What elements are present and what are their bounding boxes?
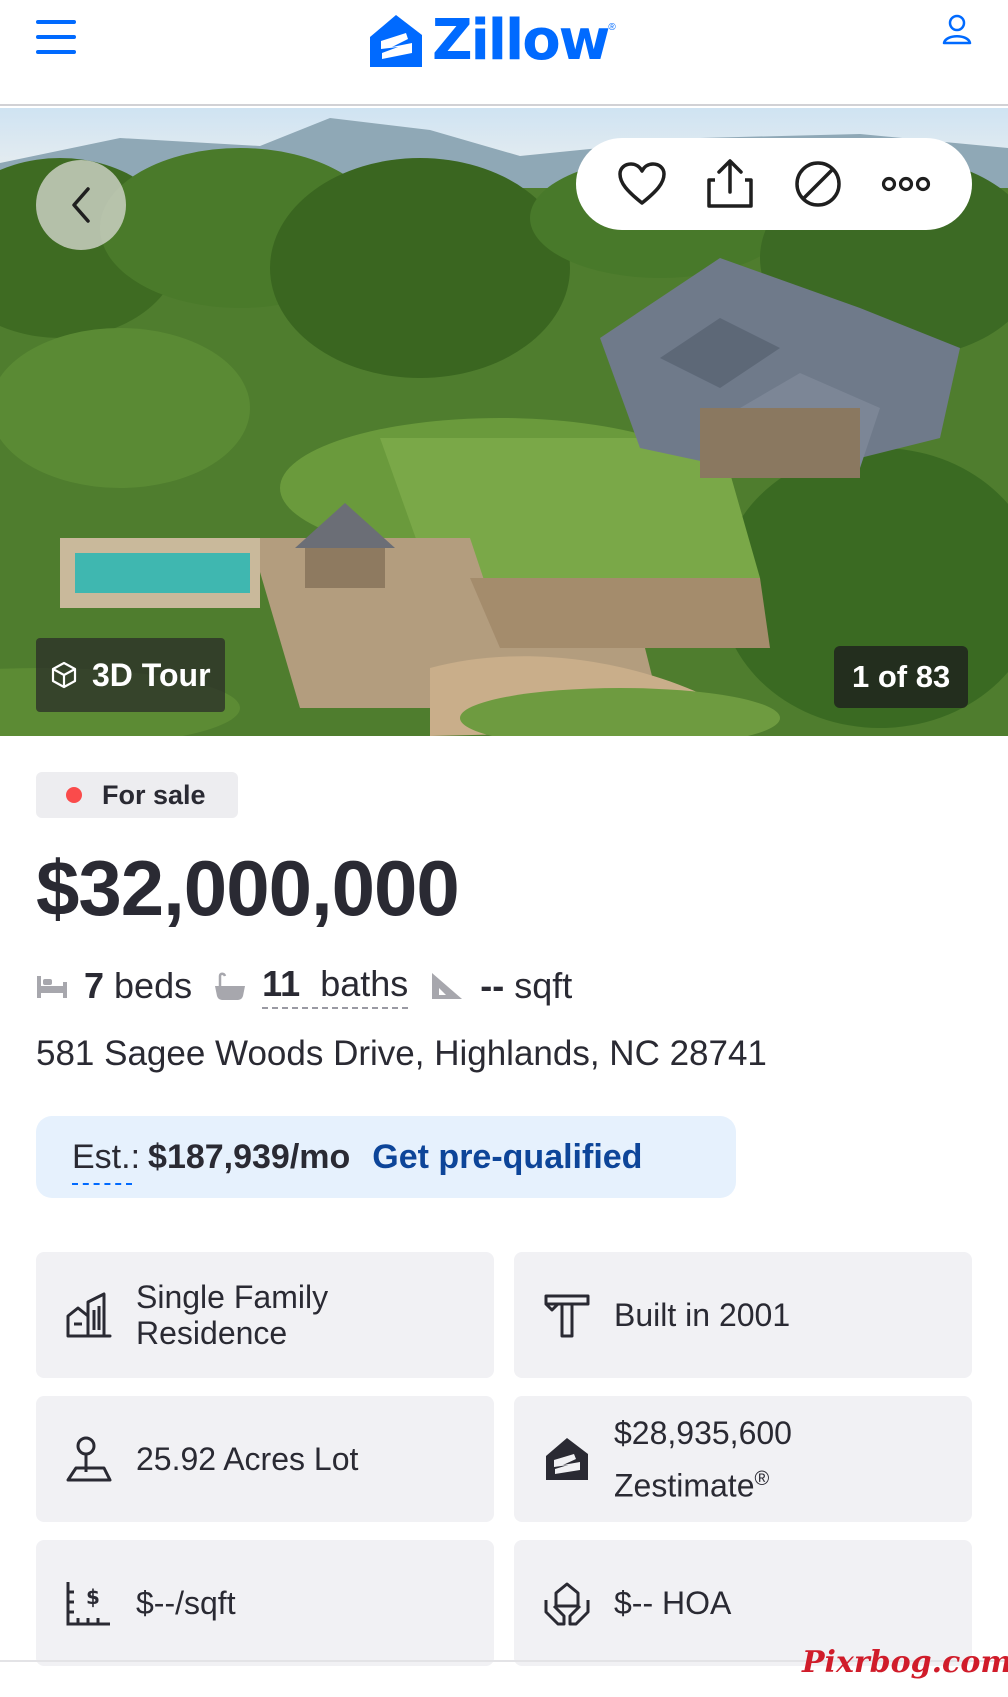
sqft-label: sqft <box>514 965 573 1006</box>
zestimate-value: $28,935,600 <box>614 1414 792 1451</box>
more-options-button[interactable] <box>878 156 934 212</box>
sqft-fact: -- sqft <box>430 965 572 1007</box>
save-home-button[interactable] <box>614 156 670 212</box>
beds-value: 7 <box>84 965 105 1006</box>
listing-address: 581 Sagee Woods Drive, Highlands, NC 287… <box>36 1034 767 1073</box>
share-icon <box>707 159 753 208</box>
watermark: Pixrbog.com <box>802 1645 1008 1680</box>
back-button[interactable] <box>36 160 126 250</box>
baths-value: 11 <box>262 963 301 1004</box>
hide-home-button[interactable] <box>790 156 846 212</box>
beds-label: beds <box>114 965 193 1006</box>
3d-tour-button[interactable]: 3D Tour <box>36 638 225 712</box>
status-badge: For sale <box>36 772 238 818</box>
ruler-triangle-icon <box>432 973 463 999</box>
bathtub-icon <box>215 972 246 1000</box>
3d-tour-label: 3D Tour <box>92 656 211 693</box>
estimate-value: $187,939/mo <box>148 1137 351 1176</box>
logo-registered-mark: ® <box>608 22 616 33</box>
baths-fact[interactable]: 11 baths <box>214 963 409 1009</box>
year-built-text: Built in 2001 <box>614 1297 791 1333</box>
hide-icon <box>795 161 841 207</box>
bed-icon <box>37 976 67 998</box>
zestimate-card[interactable]: $28,935,600 Zestimate® <box>514 1396 972 1522</box>
sqft-value: -- <box>480 965 505 1006</box>
zillow-logo[interactable]: Zillow ® <box>368 10 616 72</box>
hoa-text: $-- HOA <box>614 1585 732 1621</box>
price-sqft-icon: $ <box>66 1582 110 1626</box>
hammer-icon <box>544 1294 590 1338</box>
estimated-payment-bar: Est.: $187,939/mo Get pre-qualified <box>36 1116 736 1198</box>
cube-icon <box>51 661 77 689</box>
home-type-card: Single Family Residence <box>36 1252 494 1378</box>
beds-baths-sqft: 7 beds 11 baths -- sqft <box>36 958 594 1014</box>
zestimate-registered-mark: ® <box>754 1467 770 1490</box>
more-icon <box>881 176 931 192</box>
listing-price: $32,000,000 <box>36 844 460 932</box>
zillow-z-icon <box>546 1438 588 1480</box>
heart-icon <box>618 162 666 205</box>
tree-lot-icon <box>66 1436 112 1482</box>
hamburger-icon[interactable] <box>36 20 78 54</box>
building-icon <box>66 1292 112 1338</box>
user-icon[interactable] <box>940 12 974 46</box>
logo-text: Zillow <box>432 8 610 73</box>
hoa-hands-icon <box>544 1582 590 1626</box>
price-per-sqft-card: $ $--/sqft <box>36 1540 494 1666</box>
baths-text: 11 baths <box>262 963 409 1009</box>
zestimate-text: $28,935,600 Zestimate® <box>614 1415 792 1504</box>
zestimate-label-line: Zestimate® <box>614 1461 792 1504</box>
status-dot <box>66 787 82 803</box>
top-header: Zillow ® <box>0 0 1008 106</box>
photo-count-badge: 1 of 83 <box>834 646 969 708</box>
status-label: For sale <box>102 779 206 810</box>
baths-label: baths <box>320 963 409 1004</box>
listing-photo[interactable]: 3D Tour 1 of 83 <box>0 108 1008 736</box>
lot-size-text: 25.92 Acres Lot <box>136 1441 359 1477</box>
estimate-label[interactable]: Est.: <box>72 1138 140 1185</box>
year-built-card: Built in 2001 <box>514 1252 972 1378</box>
photo-actions-bar <box>576 138 972 230</box>
zillow-logo-mark-icon <box>370 15 422 67</box>
home-type-text: Single Family Residence <box>136 1279 329 1351</box>
chevron-left-icon <box>72 187 90 223</box>
get-pre-qualified-link[interactable]: Get pre-qualified <box>372 1138 642 1177</box>
zestimate-label: Zestimate <box>614 1467 755 1504</box>
price-per-sqft-text: $--/sqft <box>136 1585 236 1621</box>
lot-size-card: 25.92 Acres Lot <box>36 1396 494 1522</box>
svg-text:$: $ <box>86 1585 100 1609</box>
beds-fact: 7 beds <box>36 965 192 1007</box>
share-button[interactable] <box>702 156 758 212</box>
